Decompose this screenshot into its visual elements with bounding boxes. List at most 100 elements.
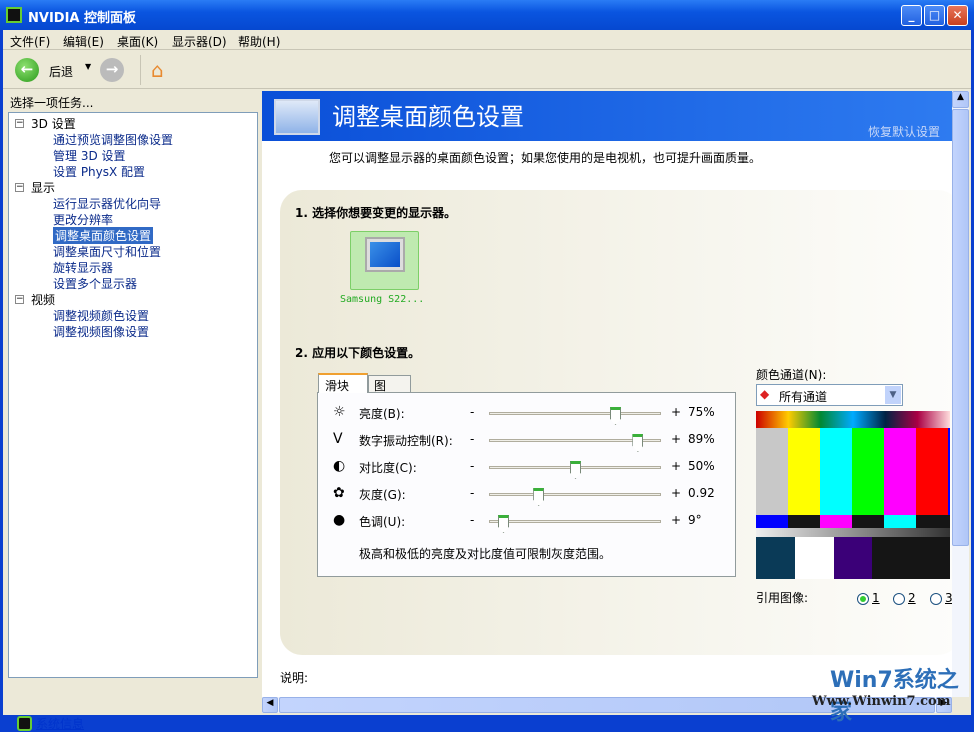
slider-thumb[interactable] — [570, 461, 581, 479]
increase-button[interactable]: + — [671, 432, 681, 446]
minimize-button[interactable]: _ — [901, 5, 922, 26]
tree-group[interactable]: 3D 设置 — [31, 115, 76, 132]
gamma-icon: ✿ — [333, 485, 345, 501]
channel-label: 颜色通道(N): — [756, 366, 826, 383]
tree-item[interactable]: 调整桌面尺寸和位置 — [53, 243, 161, 260]
maximize-button[interactable]: □ — [924, 5, 945, 26]
reference-radio-1-label[interactable]: 1 — [872, 591, 880, 605]
tree-group[interactable]: 视频 — [31, 291, 55, 308]
tree-item[interactable]: 设置 PhysX 配置 — [53, 163, 145, 180]
tree-group[interactable]: 显示 — [31, 179, 55, 196]
display-name[interactable]: Samsung S22... — [340, 294, 424, 305]
reference-radio-3[interactable] — [930, 593, 942, 605]
slider-label: 亮度(B): — [359, 405, 405, 422]
slider-tab-content: ☼ 亮度(B): - + 75%V 数字振动控制(R): - + 89%◐ 对比… — [317, 392, 736, 577]
slider-value: 50% — [688, 459, 715, 473]
brightness-icon: ☼ — [333, 404, 346, 420]
tree-item[interactable]: 更改分辨率 — [53, 211, 113, 228]
channels-icon: ◆ — [760, 387, 769, 401]
scroll-right-button[interactable]: ▶ — [936, 697, 952, 713]
slider-track[interactable] — [489, 520, 661, 523]
vertical-scrollbar[interactable]: ▲ — [952, 91, 969, 697]
reference-radio-3-label[interactable]: 3 — [945, 591, 952, 605]
home-icon[interactable]: ⌂ — [151, 58, 164, 82]
title-bar: NVIDIA 控制面板 _ □ ✕ — [0, 0, 974, 30]
collapse-icon[interactable]: − — [15, 295, 24, 304]
back-label[interactable]: 后退 — [49, 63, 73, 80]
menu-display[interactable]: 显示器(D) — [172, 33, 227, 50]
decrease-button[interactable]: - — [470, 405, 474, 419]
slider-track[interactable] — [489, 412, 661, 415]
increase-button[interactable]: + — [671, 513, 681, 527]
step2-heading: 2. 应用以下颜色设置。 — [295, 344, 420, 361]
decrease-button[interactable]: - — [470, 432, 474, 446]
tab-graph[interactable]: 图 — [368, 375, 411, 393]
nvidia-logo-icon — [6, 7, 22, 23]
vertical-scroll-thumb[interactable] — [952, 109, 969, 546]
tree-item[interactable]: 管理 3D 设置 — [53, 147, 126, 164]
toolbar: ← 后退 ▼ → ⌂ — [3, 51, 971, 89]
monitor-icon — [365, 237, 405, 272]
reference-radio-1[interactable] — [857, 593, 869, 605]
tree-item[interactable]: 通过预览调整图像设置 — [53, 131, 173, 148]
slider-value: 75% — [688, 405, 715, 419]
slider-value: 0.92 — [688, 486, 715, 500]
slider-track[interactable] — [489, 466, 661, 469]
window-title: NVIDIA 控制面板 — [28, 7, 136, 26]
channel-select[interactable]: ◆ 所有通道 ▼ — [756, 384, 903, 406]
intro-text: 您可以调整显示器的桌面颜色设置；如果您使用的是电视机，也可提升画面质量。 — [329, 149, 761, 166]
tree-item[interactable]: 调整视频图像设置 — [53, 323, 149, 340]
range-note: 极高和极低的亮度及对比度值可限制灰度范围。 — [359, 545, 611, 562]
slider-thumb[interactable] — [632, 434, 643, 452]
decrease-button[interactable]: - — [470, 513, 474, 527]
menu-file[interactable]: 文件(F) — [10, 33, 50, 50]
decrease-button[interactable]: - — [470, 459, 474, 473]
slider-thumb[interactable] — [498, 515, 509, 533]
slider-label: 色调(U): — [359, 513, 405, 530]
reference-image-label: 引用图像: — [756, 589, 808, 606]
menu-desktop[interactable]: 桌面(K) — [117, 33, 158, 50]
close-button[interactable]: ✕ — [947, 5, 968, 26]
increase-button[interactable]: + — [671, 405, 681, 419]
forward-button[interactable]: → — [100, 58, 124, 82]
chevron-down-icon[interactable]: ▼ — [885, 386, 901, 404]
decrease-button[interactable]: - — [470, 486, 474, 500]
page-banner: 调整桌面颜色设置 恢复默认设置 — [262, 91, 952, 141]
collapse-icon[interactable]: − — [15, 183, 24, 192]
back-button[interactable]: ← — [15, 58, 39, 82]
task-tree: −3D 设置通过预览调整图像设置管理 3D 设置设置 PhysX 配置−显示运行… — [8, 112, 258, 678]
tree-item[interactable]: 调整桌面颜色设置 — [53, 227, 153, 244]
slider-thumb[interactable] — [610, 407, 621, 425]
slider-row: ● 色调(U): - + 9° — [318, 511, 738, 531]
horizontal-scroll-thumb[interactable] — [279, 697, 935, 713]
slider-label: 对比度(C): — [359, 459, 417, 476]
content-pane: 调整桌面颜色设置 恢复默认设置 您可以调整显示器的桌面颜色设置；如果您使用的是电… — [262, 91, 952, 697]
slider-track[interactable] — [489, 439, 661, 442]
horizontal-scrollbar[interactable]: ◀ ▶ — [262, 697, 952, 713]
scroll-left-button[interactable]: ◀ — [262, 697, 278, 713]
page-title: 调整桌面颜色设置 — [332, 97, 524, 132]
collapse-icon[interactable]: − — [15, 119, 24, 128]
increase-button[interactable]: + — [671, 459, 681, 473]
window-body: 文件(F) 编辑(E) 桌面(K) 显示器(D) 帮助(H) ← 后退 ▼ → … — [3, 30, 971, 715]
settings-panel: 1. 选择你想要变更的显示器。 Samsung S22... 2. 应用以下颜色… — [280, 190, 952, 655]
restore-defaults-link[interactable]: 恢复默认设置 — [868, 123, 940, 140]
color-test-pattern — [756, 411, 950, 579]
menu-help[interactable]: 帮助(H) — [238, 33, 280, 50]
tab-sliders[interactable]: 滑块 — [318, 373, 368, 393]
tree-item[interactable]: 设置多个显示器 — [53, 275, 137, 292]
slider-thumb[interactable] — [533, 488, 544, 506]
tree-item[interactable]: 调整视频颜色设置 — [53, 307, 149, 324]
reference-radio-2[interactable] — [893, 593, 905, 605]
increase-button[interactable]: + — [671, 486, 681, 500]
back-dropdown-icon[interactable]: ▼ — [85, 62, 91, 71]
task-pane: 选择一项任务... −3D 设置通过预览调整图像设置管理 3D 设置设置 Phy… — [3, 90, 260, 715]
display-selector[interactable] — [350, 231, 419, 290]
contrast-icon: ◐ — [333, 458, 345, 474]
tree-item[interactable]: 旋转显示器 — [53, 259, 113, 276]
tree-item[interactable]: 运行显示器优化向导 — [53, 195, 161, 212]
slider-track[interactable] — [489, 493, 661, 496]
reference-radio-2-label[interactable]: 2 — [908, 591, 916, 605]
menu-edit[interactable]: 编辑(E) — [63, 33, 104, 50]
scroll-up-button[interactable]: ▲ — [952, 91, 969, 108]
